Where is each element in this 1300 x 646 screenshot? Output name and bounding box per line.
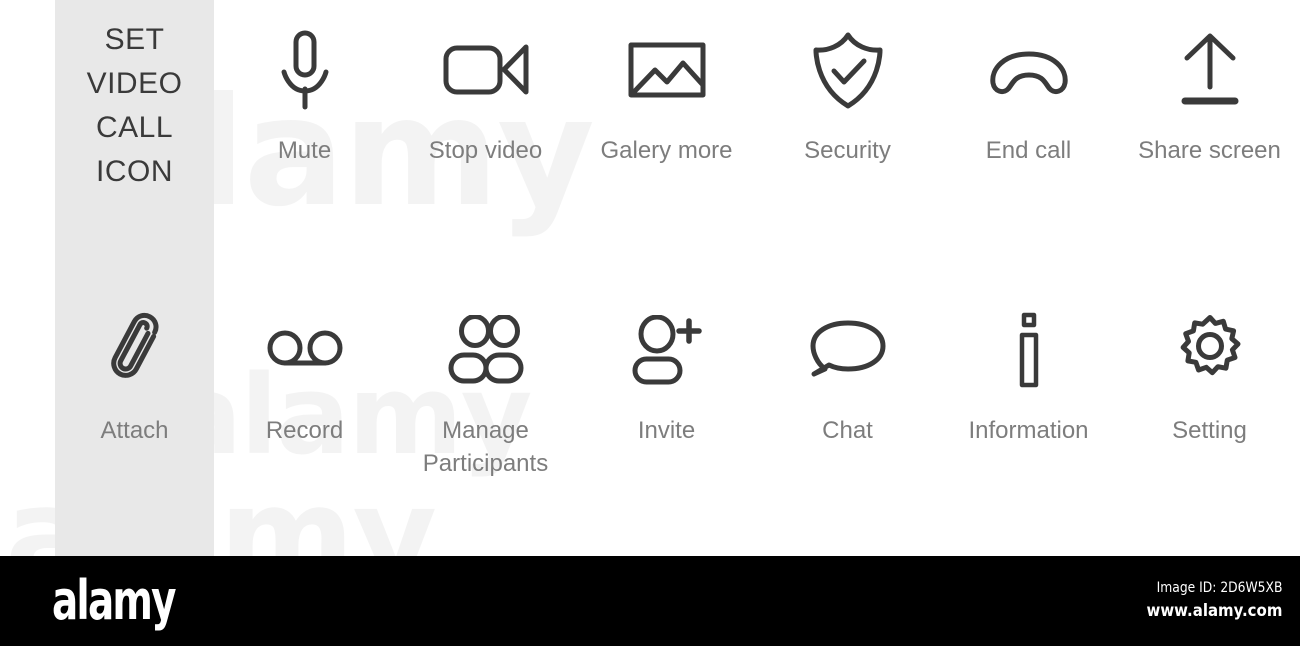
paperclip-icon	[55, 300, 214, 396]
icon-item-mute[interactable]: Mute	[214, 22, 395, 167]
icon-item-security[interactable]: Security	[757, 22, 938, 167]
icon-item-information[interactable]: Information	[938, 302, 1119, 480]
icon-label: Invite	[637, 417, 696, 444]
icon-item-galery-more[interactable]: Galery more	[576, 22, 757, 167]
icon-row-2: Record Manage Participants Invite Chat I…	[214, 302, 1300, 480]
alamy-footer-bar: alamy Image ID: 2D6W5XB www.alamy.com	[0, 556, 1300, 646]
icon-label: End call	[985, 137, 1072, 164]
title-panel: SET VIDEO CALL ICON Attach	[55, 0, 214, 556]
icon-label: Manage Participants	[395, 414, 576, 480]
upload-arrow-icon	[1119, 22, 1300, 118]
icon-item-chat[interactable]: Chat	[757, 302, 938, 480]
icon-item-attach[interactable]: Attach	[55, 300, 214, 447]
voicemail-record-icon	[214, 302, 395, 398]
footer-meta: Image ID: 2D6W5XB www.alamy.com	[1128, 578, 1282, 624]
icon-label-line: Manage Participants	[422, 417, 549, 477]
shield-check-icon	[757, 22, 938, 118]
icon-sheet-page: alamy alamy alamy SET VIDEO CALL ICON At…	[0, 0, 1300, 646]
gear-icon	[1119, 302, 1300, 398]
people-group-icon	[395, 302, 576, 398]
icon-item-stop-video[interactable]: Stop video	[395, 22, 576, 167]
icon-label: Information	[968, 417, 1089, 444]
website-text: www.alamy.com	[1146, 601, 1282, 621]
icon-label: Setting	[1172, 417, 1247, 444]
video-camera-icon	[395, 22, 576, 118]
icon-label: Attach	[100, 417, 169, 444]
icon-label: Security	[804, 137, 891, 164]
icon-item-manage-participants[interactable]: Manage Participants	[395, 302, 576, 480]
icon-item-end-call[interactable]: End call	[938, 22, 1119, 167]
phone-hangup-icon	[938, 22, 1119, 118]
icon-row-1: Mute Stop video Galery more Security End…	[214, 22, 1300, 167]
page-title-line: CALL	[95, 111, 174, 144]
alamy-logo: alamy	[52, 569, 176, 632]
page-title-line: SET	[104, 23, 165, 56]
icon-label: Chat	[822, 417, 873, 444]
icon-label: Record	[265, 417, 344, 444]
icon-label: Stop video	[428, 137, 543, 164]
page-title-line: ICON	[96, 155, 173, 188]
page-title: SET VIDEO CALL ICON	[55, 18, 214, 194]
icon-label: Galery more	[600, 137, 733, 164]
person-add-icon	[576, 302, 757, 398]
microphone-icon	[214, 22, 395, 118]
icon-item-setting[interactable]: Setting	[1119, 302, 1300, 480]
icon-item-record[interactable]: Record	[214, 302, 395, 480]
speech-bubble-icon	[757, 302, 938, 398]
image-id-text: Image ID: 2D6W5XB	[1156, 580, 1282, 596]
icon-item-share-screen[interactable]: Share screen	[1119, 22, 1300, 167]
image-gallery-icon	[576, 22, 757, 118]
icon-grid: Mute Stop video Galery more Security End…	[214, 0, 1300, 556]
info-letter-icon	[938, 302, 1119, 398]
icon-label: Mute	[277, 137, 332, 164]
icon-item-invite[interactable]: Invite	[576, 302, 757, 480]
page-title-line: VIDEO	[86, 67, 183, 100]
icon-label: Share screen	[1138, 137, 1281, 164]
